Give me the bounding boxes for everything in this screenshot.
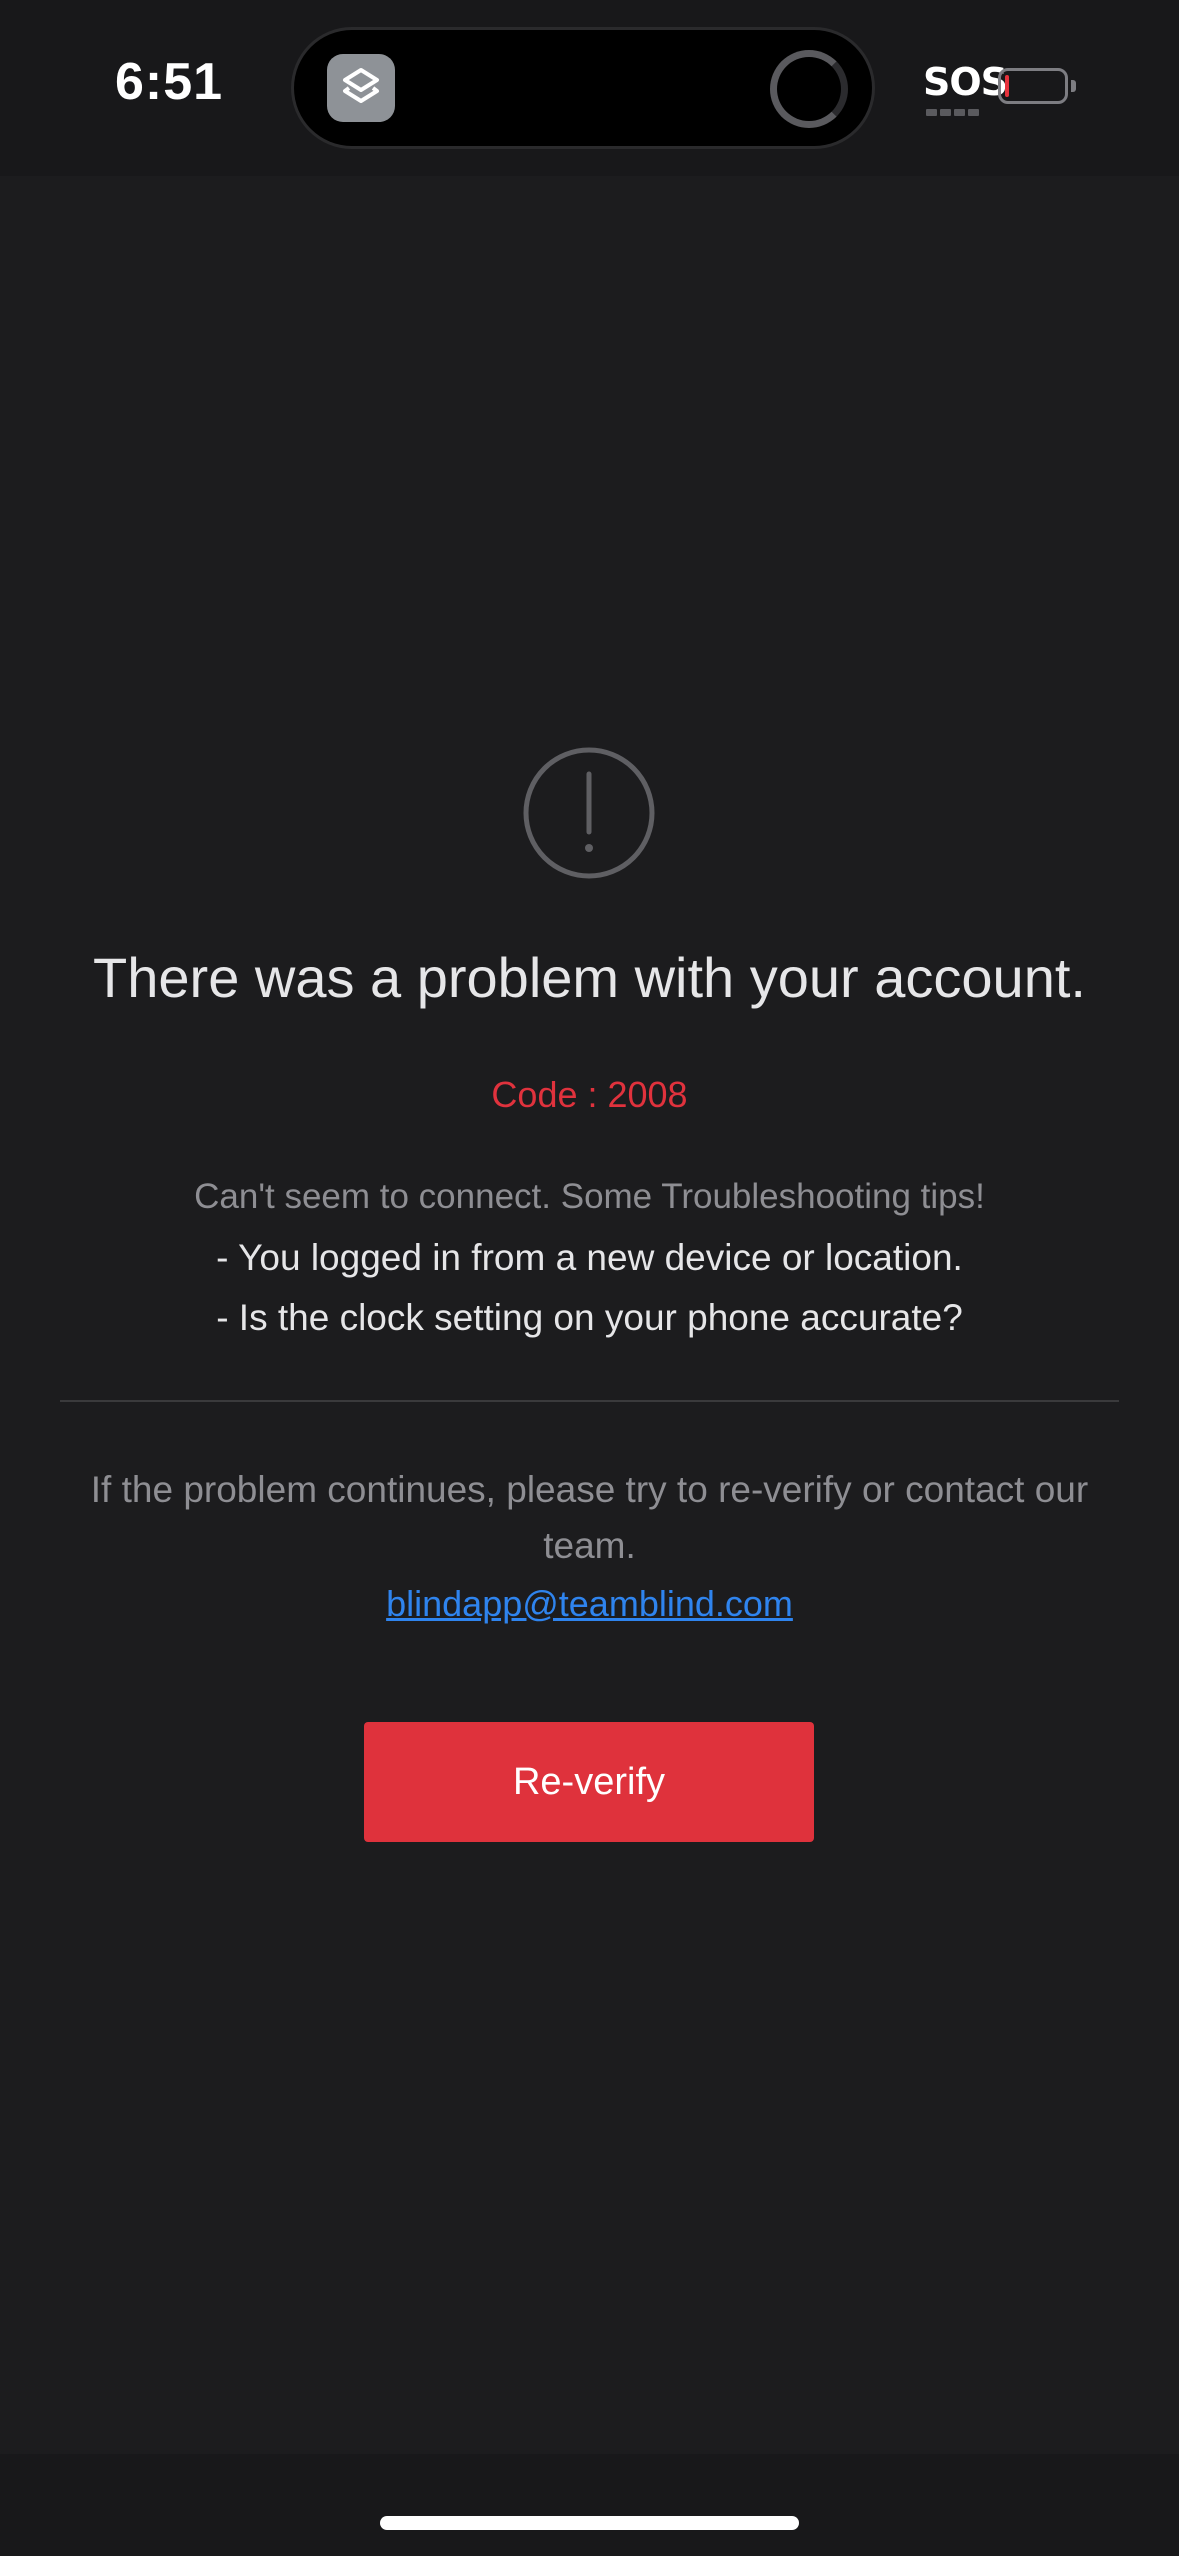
error-code: Code : 2008: [491, 1074, 688, 1115]
contact-email-link[interactable]: blindapp@teamblind.com: [0, 1583, 1179, 1625]
continue-message: If the problem continues, please try to …: [90, 1469, 1089, 1566]
exclamation-circle-icon: [523, 747, 655, 879]
battery-cap: [1071, 80, 1076, 92]
tip-item: - Is the clock setting on your phone acc…: [216, 1297, 963, 1338]
home-indicator[interactable]: [380, 2516, 799, 2530]
app-screen: 6:51 SOS There was a problem with your a…: [0, 0, 1179, 2556]
sos-indicator: SOS: [923, 60, 1008, 104]
battery-icon: [998, 68, 1068, 104]
loading-spinner-icon: [770, 50, 848, 128]
status-time: 6:51: [115, 53, 224, 111]
tips-intro: Can't seem to connect. Some Troubleshoot…: [194, 1177, 985, 1216]
reverify-button[interactable]: Re-verify: [364, 1722, 814, 1842]
home-indicator-area: [0, 2454, 1179, 2556]
signal-icon: [926, 103, 982, 116]
status-bar: 6:51 SOS: [0, 0, 1179, 176]
layers-icon: [327, 54, 395, 122]
tip-item: - You logged in from a new device or loc…: [216, 1237, 963, 1278]
dynamic-island[interactable]: [294, 30, 872, 146]
divider: [60, 1400, 1119, 1402]
battery-level: [1005, 75, 1009, 97]
error-title: There was a problem with your account.: [93, 946, 1086, 1009]
